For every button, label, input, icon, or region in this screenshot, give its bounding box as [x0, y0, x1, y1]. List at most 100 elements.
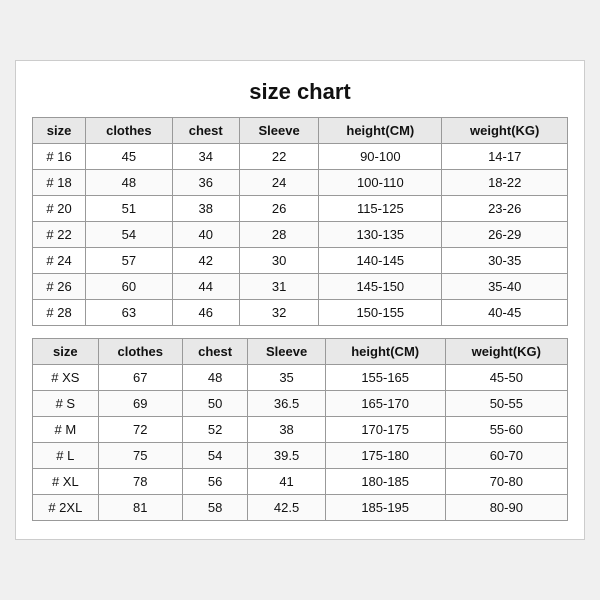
table-cell: # 16 [33, 144, 86, 170]
table-row: # 2XL815842.5185-19580-90 [33, 495, 568, 521]
table-cell: 69 [98, 391, 182, 417]
table-cell: 80-90 [445, 495, 567, 521]
table1-header-cell: chest [172, 118, 239, 144]
table2-header-cell: clothes [98, 339, 182, 365]
table-cell: 57 [86, 248, 172, 274]
table-row: # XS674835155-16545-50 [33, 365, 568, 391]
table-cell: 50-55 [445, 391, 567, 417]
table-cell: 45 [86, 144, 172, 170]
table-cell: 42.5 [248, 495, 325, 521]
table-cell: # 18 [33, 170, 86, 196]
table-cell: 55-60 [445, 417, 567, 443]
table-cell: 150-155 [319, 300, 442, 326]
table2-header-cell: weight(KG) [445, 339, 567, 365]
table-cell: 51 [86, 196, 172, 222]
table-cell: 41 [248, 469, 325, 495]
table-cell: 35-40 [442, 274, 568, 300]
table-cell: 42 [172, 248, 239, 274]
table-cell: 39.5 [248, 443, 325, 469]
table-cell: 180-185 [325, 469, 445, 495]
table2-header-cell: chest [182, 339, 248, 365]
table-cell: 67 [98, 365, 182, 391]
table-cell: # 22 [33, 222, 86, 248]
table2-header-row: sizeclotheschestSleeveheight(CM)weight(K… [33, 339, 568, 365]
table-cell: 78 [98, 469, 182, 495]
table-row: # 1645342290-10014-17 [33, 144, 568, 170]
table-cell: # M [33, 417, 99, 443]
table-cell: 100-110 [319, 170, 442, 196]
table-cell: 60 [86, 274, 172, 300]
table-cell: 130-135 [319, 222, 442, 248]
table-cell: 48 [182, 365, 248, 391]
table-row: # 26604431145-15035-40 [33, 274, 568, 300]
table-cell: 31 [239, 274, 318, 300]
table1-header-cell: Sleeve [239, 118, 318, 144]
table-cell: # S [33, 391, 99, 417]
table-cell: 56 [182, 469, 248, 495]
table-cell: # 26 [33, 274, 86, 300]
table-cell: 45-50 [445, 365, 567, 391]
table-row: # S695036.5165-17050-55 [33, 391, 568, 417]
table1-header-cell: clothes [86, 118, 172, 144]
table-cell: 26 [239, 196, 318, 222]
table-cell: 22 [239, 144, 318, 170]
table-cell: 38 [172, 196, 239, 222]
table2-header-cell: size [33, 339, 99, 365]
table-cell: 50 [182, 391, 248, 417]
table-cell: # 20 [33, 196, 86, 222]
table-cell: 81 [98, 495, 182, 521]
table-cell: 75 [98, 443, 182, 469]
table-cell: # 28 [33, 300, 86, 326]
table-cell: 72 [98, 417, 182, 443]
table-cell: 34 [172, 144, 239, 170]
table-row: # 24574230140-14530-35 [33, 248, 568, 274]
table-cell: 175-180 [325, 443, 445, 469]
table-cell: # 2XL [33, 495, 99, 521]
table-cell: 70-80 [445, 469, 567, 495]
table-cell: 54 [86, 222, 172, 248]
table2-header-cell: Sleeve [248, 339, 325, 365]
table1-header-row: sizeclotheschestSleeveheight(CM)weight(K… [33, 118, 568, 144]
table-cell: 30 [239, 248, 318, 274]
table-cell: 36 [172, 170, 239, 196]
table-cell: 40-45 [442, 300, 568, 326]
table-cell: 35 [248, 365, 325, 391]
table-cell: 14-17 [442, 144, 568, 170]
table-cell: 145-150 [319, 274, 442, 300]
table-cell: 23-26 [442, 196, 568, 222]
table-row: # 22544028130-13526-29 [33, 222, 568, 248]
table-cell: 155-165 [325, 365, 445, 391]
table-cell: 52 [182, 417, 248, 443]
table-cell: 18-22 [442, 170, 568, 196]
table-cell: 58 [182, 495, 248, 521]
table-cell: 63 [86, 300, 172, 326]
table2-header-cell: height(CM) [325, 339, 445, 365]
table-row: # M725238170-17555-60 [33, 417, 568, 443]
table-cell: 115-125 [319, 196, 442, 222]
table-cell: 185-195 [325, 495, 445, 521]
table1-header-cell: weight(KG) [442, 118, 568, 144]
table-cell: 28 [239, 222, 318, 248]
table-cell: 32 [239, 300, 318, 326]
table2-body: # XS674835155-16545-50# S695036.5165-170… [33, 365, 568, 521]
table-row: # 28634632150-15540-45 [33, 300, 568, 326]
table-cell: 26-29 [442, 222, 568, 248]
table-cell: 165-170 [325, 391, 445, 417]
table1-header-cell: height(CM) [319, 118, 442, 144]
table-row: # 20513826115-12523-26 [33, 196, 568, 222]
table-cell: # XL [33, 469, 99, 495]
table-cell: 48 [86, 170, 172, 196]
table-cell: # XS [33, 365, 99, 391]
table1-header-cell: size [33, 118, 86, 144]
table-cell: 40 [172, 222, 239, 248]
table-row: # XL785641180-18570-80 [33, 469, 568, 495]
table-cell: 140-145 [319, 248, 442, 274]
table-cell: 60-70 [445, 443, 567, 469]
table-row: # 18483624100-11018-22 [33, 170, 568, 196]
table-cell: 44 [172, 274, 239, 300]
table-cell: 54 [182, 443, 248, 469]
table-cell: # 24 [33, 248, 86, 274]
table1-body: # 1645342290-10014-17# 18483624100-11018… [33, 144, 568, 326]
table-cell: 38 [248, 417, 325, 443]
chart-title: size chart [32, 79, 568, 105]
